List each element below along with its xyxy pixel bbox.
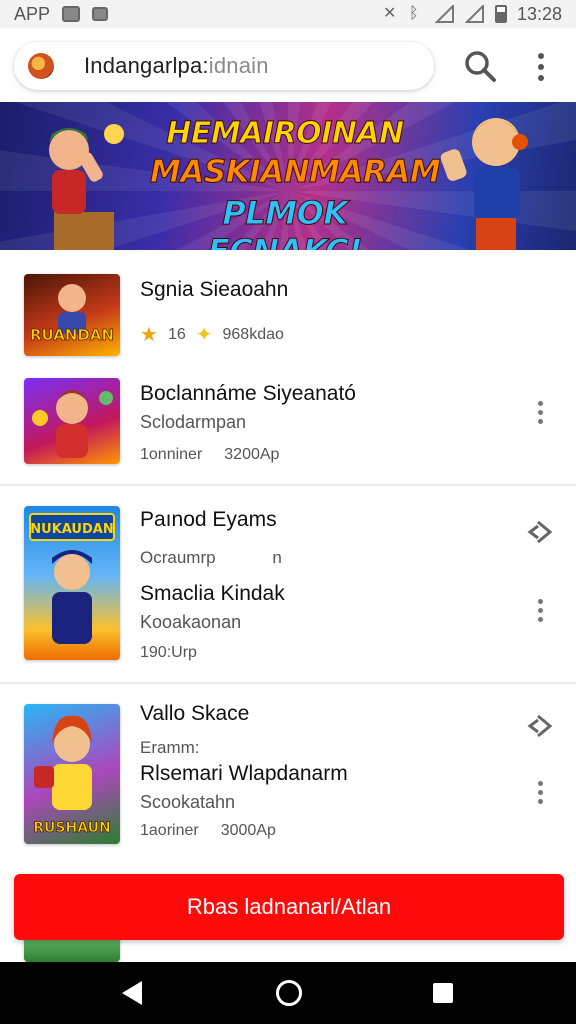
rating-value: 16 — [167, 325, 186, 343]
thumbnail-text: NUKAUDAN — [30, 522, 113, 537]
menu-dot — [537, 789, 543, 795]
thumbnail-art: RUSHAUN — [33, 715, 111, 836]
back-icon[interactable] — [122, 981, 142, 1005]
thumbnail-art: RUANDAN — [30, 284, 114, 344]
top-bar: Indangarlpa:idnain — [0, 28, 576, 102]
item-subtitle-tail: n — [272, 548, 282, 567]
item-rating: ★ 16 ✦ 968kdao — [140, 322, 284, 347]
menu-dot — [538, 53, 544, 59]
search-query: Indangarlpa: — [84, 53, 209, 78]
app-logo-icon — [28, 53, 54, 79]
home-icon[interactable] — [276, 980, 302, 1006]
item-subtitle-secondary: Scookatahn — [140, 792, 236, 812]
menu-dot — [538, 75, 544, 81]
menu-dot — [537, 598, 543, 604]
system-nav-bar — [0, 962, 576, 1024]
item-meta-b: 3200Ap — [224, 446, 280, 463]
item-subtitle-a: Ocraumrp — [140, 548, 216, 567]
trophy-icon: ✦ — [195, 324, 213, 346]
share-icon[interactable] — [526, 712, 554, 740]
menu-dot — [538, 64, 544, 70]
signal-icon-2 — [464, 5, 484, 23]
battery-icon — [494, 5, 507, 23]
promo-banner[interactable]: HEMAIROINAN MASKIANMARAM PLMOK FCNAKC! — [0, 102, 576, 250]
notification-icon — [62, 6, 81, 22]
item-meta: 1onniner 3200Ap — [140, 446, 279, 464]
status-right: ✕ ᛒ 13:28 — [383, 4, 562, 25]
list-item[interactable]: NUKAUDAN Paınod Eyams Ocraumrp n Smaclia… — [0, 486, 576, 682]
recent-apps-icon[interactable] — [433, 983, 453, 1003]
banner-title-line1: HEMAIROINAN — [166, 116, 405, 152]
menu-dot — [537, 780, 543, 786]
menu-dot — [537, 400, 543, 406]
star-icon: ★ — [140, 324, 158, 346]
status-left: APP — [14, 3, 109, 25]
notification-icon-2 — [92, 7, 109, 21]
item-meta: 190:Urp — [140, 644, 197, 662]
item-subtitle: Ocraumrp n — [140, 548, 282, 568]
item-subtitle-secondary: Kooakaonan — [140, 612, 242, 632]
app-thumbnail: RUANDAN — [24, 274, 120, 356]
thumbnail-art — [32, 390, 113, 458]
item-title-secondary: Smaclia Kindak — [140, 582, 285, 605]
mute-icon: ✕ — [382, 5, 397, 22]
item-title: Boclannáme Siyeanató — [140, 382, 356, 405]
banner-title-line2: MASKIANMARAM — [150, 154, 442, 191]
item-meta-b: 3000Ap — [220, 822, 276, 839]
menu-dot — [537, 409, 543, 415]
banner-title-line3: PLMOK FCNAKC! — [207, 194, 363, 251]
item-meta-a: 190:Urp — [140, 644, 197, 661]
app-thumbnail: NUKAUDAN — [24, 506, 120, 660]
item-meta-a: 1onniner — [140, 446, 203, 463]
bluetooth-icon: ᛒ — [408, 5, 419, 22]
search-input[interactable]: Indangarlpa:idnain — [14, 42, 434, 90]
item-more-icon[interactable] — [528, 398, 552, 426]
item-meta-a: 1aoriner — [140, 822, 199, 839]
item-subtitle: Eramm: — [140, 738, 200, 757]
more-vert-icon[interactable] — [526, 50, 556, 84]
item-subtitle: Sclodarmpan — [140, 412, 247, 432]
list-item[interactable]: Boclannáme Siyeanató Sclodarmpan 1onnine… — [0, 370, 576, 484]
status-time: 13:28 — [516, 3, 562, 24]
search-text: Indangarlpa:idnain — [84, 53, 269, 79]
share-icon[interactable] — [526, 518, 554, 546]
item-more-icon[interactable] — [528, 596, 552, 624]
review-count: 968kdao — [222, 325, 284, 343]
item-more-icon[interactable] — [528, 778, 552, 806]
menu-dot — [537, 798, 543, 804]
thumbnail-art: NUKAUDAN — [29, 513, 115, 644]
app-thumbnail: RUSHAUN — [24, 704, 120, 844]
item-title: Paınod Eyams — [140, 508, 277, 531]
thumbnail-text: RUANDAN — [30, 326, 114, 344]
primary-action-button[interactable]: Rbas ladnanarl/Atlan — [14, 874, 564, 940]
list-item[interactable]: RUANDAN Sgnia Sieaoahn ★ 16 ✦ 968kdao — [0, 250, 576, 370]
menu-dot — [537, 418, 543, 424]
item-title: Sgnia Sieaoahn — [140, 278, 289, 301]
list-item[interactable]: RUSHAUN Vallo Skace Eramm: Rlsemari Wlap… — [0, 684, 576, 874]
search-placeholder: idnain — [208, 53, 269, 78]
hero-right-image — [440, 118, 528, 250]
status-bar: APP ✕ ᛒ 13:28 — [0, 0, 576, 28]
menu-dot — [537, 616, 543, 622]
app-thumbnail — [24, 378, 120, 464]
item-title-secondary: Rlsemari Wlapdanarm — [140, 762, 348, 785]
item-title: Vallo Skace — [140, 702, 250, 725]
menu-dot — [537, 607, 543, 613]
status-app-label: APP — [14, 3, 51, 24]
thumbnail-text: RUSHAUN — [33, 820, 110, 836]
item-meta: 1aoriner 3000Ap — [140, 822, 276, 840]
search-icon[interactable] — [462, 48, 498, 84]
signal-icon — [434, 5, 454, 23]
hero-left-image — [49, 124, 124, 250]
